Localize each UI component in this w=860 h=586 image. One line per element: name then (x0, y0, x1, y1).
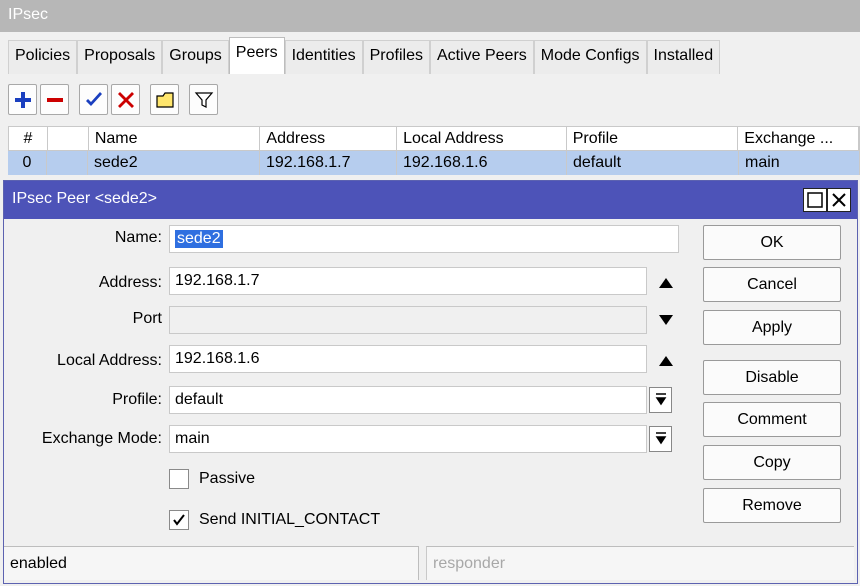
cell-profile: default (567, 151, 739, 175)
minus-icon (46, 97, 63, 102)
name-value: sede2 (175, 230, 223, 248)
peer-dialog: IPsec Peer <sede2> Name: sede2 Address: … (3, 180, 858, 584)
col-header-name[interactable]: Name (89, 127, 261, 150)
apply-button[interactable]: Apply (703, 310, 841, 345)
address-remove-button[interactable] (654, 271, 678, 295)
x-icon (117, 91, 134, 108)
cell-index: 0 (8, 151, 47, 175)
filter-button[interactable] (189, 84, 218, 115)
status-enabled: enabled (4, 546, 419, 580)
dropdown-arrow-icon (655, 393, 666, 406)
cancel-button[interactable]: Cancel (703, 267, 841, 302)
name-field[interactable]: sede2 (169, 225, 679, 253)
port-field[interactable] (169, 306, 647, 334)
enable-button[interactable] (79, 84, 108, 115)
cell-name: sede2 (88, 151, 260, 175)
dialog-titlebar[interactable]: IPsec Peer <sede2> (4, 181, 857, 219)
window-title: IPsec (0, 0, 860, 32)
close-button[interactable] (827, 188, 851, 212)
cell-address: 192.168.1.7 (260, 151, 397, 175)
copy-button[interactable]: Copy (703, 445, 841, 480)
col-header-address[interactable]: Address (260, 127, 398, 150)
send-initial-contact-row[interactable]: Send INITIAL_CONTACT (169, 510, 380, 530)
peers-table: # Name Address Local Address Profile Exc… (8, 126, 860, 175)
tab-mode-configs[interactable]: Mode Configs (533, 40, 647, 74)
tab-installed[interactable]: Installed (646, 40, 721, 74)
port-label: Port (132, 310, 162, 327)
col-header-profile[interactable]: Profile (567, 127, 739, 150)
col-header-index[interactable]: # (9, 127, 48, 150)
funnel-icon (194, 91, 213, 108)
close-icon (832, 193, 846, 207)
local-address-field[interactable]: 192.168.1.6 (169, 345, 647, 373)
col-header-flags[interactable] (48, 127, 89, 150)
col-header-exchange[interactable]: Exchange ... (738, 127, 859, 150)
disable-button[interactable]: Disable (703, 360, 841, 395)
send-initial-contact-label: Send INITIAL_CONTACT (199, 511, 381, 528)
name-label: Name: (114, 229, 162, 246)
add-button[interactable] (8, 84, 37, 115)
passive-label: Passive (199, 470, 256, 487)
tab-peers[interactable]: Peers (228, 37, 285, 74)
port-add-button[interactable] (654, 308, 678, 332)
passive-checkbox[interactable] (169, 469, 189, 489)
address-label: Address: (98, 274, 162, 291)
exchange-mode-select[interactable]: main (169, 425, 647, 453)
triangle-up-icon (659, 356, 673, 366)
table-header: # Name Address Local Address Profile Exc… (8, 126, 860, 151)
address-field[interactable]: 192.168.1.7 (169, 267, 647, 295)
profile-dropdown-button[interactable] (649, 387, 672, 413)
dialog-title: IPsec Peer <sede2> (12, 190, 157, 207)
exchange-mode-dropdown-button[interactable] (649, 426, 672, 452)
remove-button[interactable] (40, 84, 69, 115)
cell-exchange: main (739, 151, 860, 175)
check-icon (85, 91, 102, 106)
status-responder: responder (426, 546, 854, 580)
checkmark-icon (173, 514, 185, 526)
local-address-remove-button[interactable] (654, 349, 678, 373)
tab-profiles[interactable]: Profiles (362, 40, 430, 74)
remove-button[interactable]: Remove (703, 488, 841, 523)
triangle-up-icon (659, 278, 673, 288)
plus-icon (14, 91, 31, 108)
note-icon (155, 91, 174, 108)
cell-local-address: 192.168.1.6 (397, 151, 567, 175)
exchange-mode-label: Exchange Mode: (41, 430, 162, 447)
tab-groups[interactable]: Groups (162, 40, 229, 74)
local-address-label: Local Address: (57, 352, 162, 369)
col-header-local-address[interactable]: Local Address (397, 127, 567, 150)
disable-button[interactable] (111, 84, 140, 115)
profile-label: Profile: (112, 391, 162, 408)
tab-policies[interactable]: Policies (8, 40, 78, 74)
dialog-controls (803, 188, 851, 212)
maximize-icon (807, 192, 823, 208)
profile-select[interactable]: default (169, 386, 647, 414)
comment-button[interactable] (150, 84, 179, 115)
tab-identities[interactable]: Identities (284, 40, 363, 74)
ok-button[interactable]: OK (703, 225, 841, 260)
table-row[interactable]: 0 sede2 192.168.1.7 192.168.1.6 default … (8, 151, 860, 175)
cell-flags (47, 151, 88, 175)
dropdown-arrow-icon (655, 432, 666, 445)
tab-bar: Policies Proposals Groups Peers Identiti… (8, 37, 721, 74)
toolbar (8, 84, 221, 120)
tab-proposals[interactable]: Proposals (77, 40, 163, 74)
passive-row[interactable]: Passive (169, 469, 255, 489)
triangle-down-icon (659, 315, 673, 325)
tab-active-peers[interactable]: Active Peers (429, 40, 534, 74)
send-initial-contact-checkbox[interactable] (169, 510, 189, 530)
maximize-button[interactable] (803, 188, 827, 212)
comment-button[interactable]: Comment (703, 402, 841, 437)
